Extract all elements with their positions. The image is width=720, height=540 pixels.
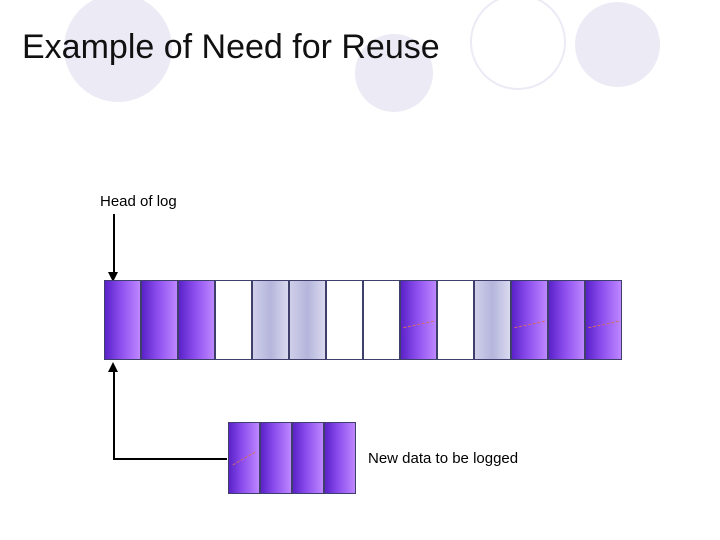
label-head-of-log: Head of log xyxy=(100,193,177,210)
arrow-elbow-vertical xyxy=(113,370,115,458)
log-segment xyxy=(104,280,141,360)
new-data-segment xyxy=(260,422,292,494)
bg-circle xyxy=(470,0,566,90)
slide-title: Example of Need for Reuse xyxy=(22,28,440,67)
log-segment xyxy=(141,280,178,360)
arrow-elbow-horizontal xyxy=(113,458,227,460)
log-segment xyxy=(178,280,215,360)
log-segment xyxy=(511,280,548,360)
log-segment xyxy=(474,280,511,360)
arrowhead-up-icon xyxy=(108,362,118,372)
log-segment xyxy=(548,280,585,360)
log-segment xyxy=(363,280,400,360)
log-segment xyxy=(585,280,622,360)
new-data-segment xyxy=(228,422,260,494)
log-segment xyxy=(252,280,289,360)
new-data-segment xyxy=(324,422,356,494)
log-segment xyxy=(326,280,363,360)
label-new-data: New data to be logged xyxy=(368,450,518,467)
arrow-head-of-log xyxy=(113,214,115,274)
bg-circle xyxy=(575,2,660,87)
log-segment xyxy=(289,280,326,360)
log-segment xyxy=(215,280,252,360)
log-segment xyxy=(400,280,437,360)
new-data-segment xyxy=(292,422,324,494)
log-segment xyxy=(437,280,474,360)
